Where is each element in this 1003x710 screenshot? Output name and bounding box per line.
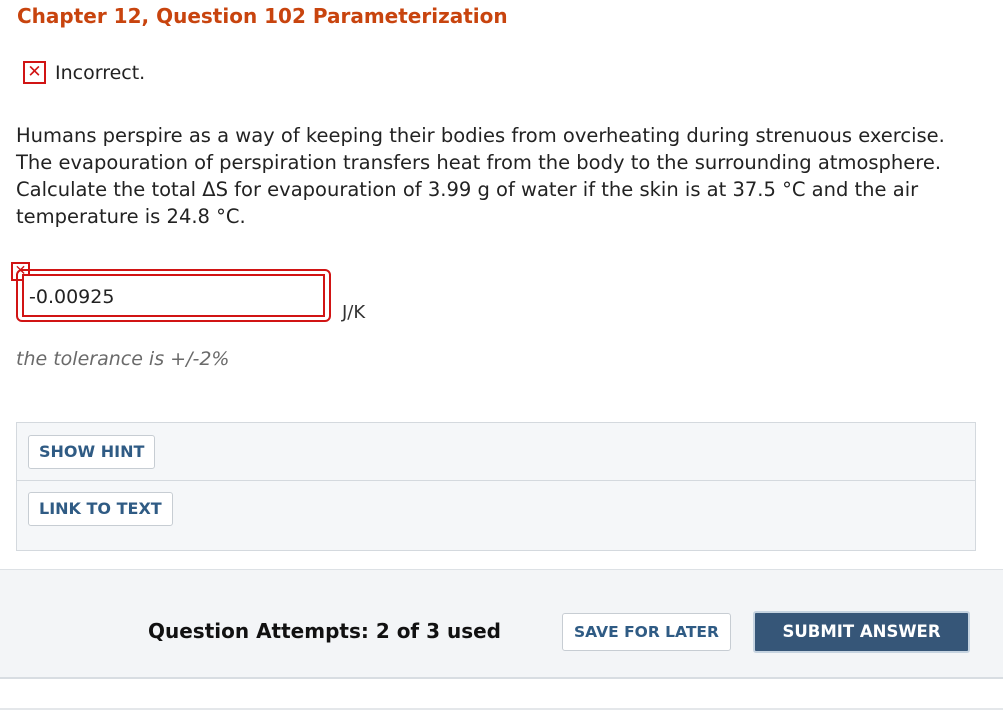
footer-bar: Question Attempts: 2 of 3 used SAVE FOR … xyxy=(0,569,1003,679)
hint-panel: SHOW HINT LINK TO TEXT xyxy=(16,422,976,551)
tolerance-note: the tolerance is +/-2% xyxy=(16,348,230,370)
answer-status: ✕ Incorrect. xyxy=(23,61,145,84)
answer-field-frame: -0.00925 xyxy=(16,269,331,322)
show-hint-button[interactable]: SHOW HINT xyxy=(28,435,156,469)
question-text: Humans perspire as a way of keeping thei… xyxy=(16,124,945,228)
divider xyxy=(17,480,975,481)
save-for-later-button[interactable]: SAVE FOR LATER xyxy=(562,613,731,651)
answer-unit: J/K xyxy=(342,302,366,323)
attempts-counter: Question Attempts: 2 of 3 used xyxy=(148,619,501,643)
status-text: Incorrect. xyxy=(55,61,146,84)
answer-input[interactable]: -0.00925 xyxy=(22,274,325,317)
x-mark-icon: ✕ xyxy=(23,61,46,84)
submit-answer-button[interactable]: SUBMIT ANSWER xyxy=(753,611,970,653)
link-to-text-button[interactable]: LINK TO TEXT xyxy=(28,492,173,526)
question-title: Chapter 12, Question 102 Parameterizatio… xyxy=(17,4,508,28)
answer-value: -0.00925 xyxy=(29,286,115,308)
